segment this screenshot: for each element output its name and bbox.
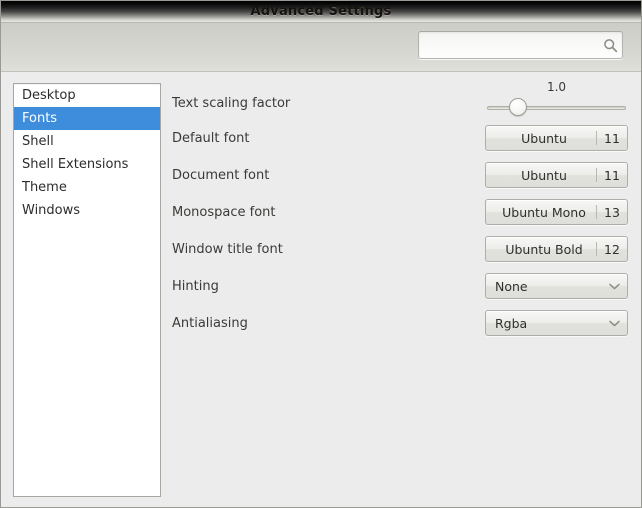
label-antialiasing: Antialiasing	[172, 316, 248, 331]
search-icon[interactable]	[598, 32, 622, 58]
search-input[interactable]	[419, 32, 598, 58]
row-document-font: Document font Ubuntu 11	[172, 157, 628, 194]
row-window-title-font: Window title font Ubuntu Bold 12	[172, 231, 628, 268]
search-entry[interactable]	[418, 31, 623, 59]
default-font-size: 11	[604, 130, 620, 146]
row-antialiasing: Antialiasing Rgba	[172, 305, 628, 342]
default-font-button[interactable]: Ubuntu 11	[485, 125, 628, 151]
advanced-settings-window: Advanced Settings Desktop Fonts Shell Sh…	[0, 0, 642, 508]
label-default-font: Default font	[172, 131, 250, 146]
document-font-size: 11	[604, 167, 620, 183]
text-scaling-slider[interactable]: 1.0	[485, 80, 628, 120]
row-text-scaling-factor: Text scaling factor 1.0	[172, 80, 628, 120]
sidebar-item-fonts[interactable]: Fonts	[14, 107, 160, 130]
control-window-title-font: Ubuntu Bold 12	[485, 231, 628, 268]
settings-panel: Text scaling factor 1.0 Default font Ubu…	[172, 80, 628, 342]
window-title-font-name: Ubuntu Bold	[505, 241, 583, 257]
row-monospace-font: Monospace font Ubuntu Mono 13	[172, 194, 628, 231]
hinting-value: None	[495, 278, 528, 294]
monospace-font-button[interactable]: Ubuntu Mono 13	[485, 199, 628, 225]
control-antialiasing: Rgba	[485, 305, 628, 342]
content-area: Desktop Fonts Shell Shell Extensions The…	[1, 72, 641, 507]
window-title-font-button[interactable]: Ubuntu Bold 12	[485, 236, 628, 262]
slider-handle[interactable]	[508, 98, 527, 116]
sidebar-item-windows[interactable]: Windows	[14, 199, 160, 222]
label-document-font: Document font	[172, 168, 270, 183]
control-document-font: Ubuntu 11	[485, 157, 628, 194]
control-hinting: None	[485, 268, 628, 305]
document-font-name: Ubuntu	[521, 167, 567, 183]
antialiasing-value: Rgba	[495, 315, 528, 331]
text-scaling-value: 1.0	[546, 80, 567, 94]
antialiasing-dropdown[interactable]: Rgba	[485, 310, 628, 336]
slider-track[interactable]	[487, 106, 626, 110]
sidebar-item-desktop[interactable]: Desktop	[14, 84, 160, 107]
control-monospace-font: Ubuntu Mono 13	[485, 194, 628, 231]
monospace-font-size: 13	[604, 204, 620, 220]
document-font-button[interactable]: Ubuntu 11	[485, 162, 628, 188]
label-text-scaling-factor: Text scaling factor	[172, 96, 291, 111]
chevron-down-icon[interactable]	[601, 320, 627, 327]
toolbar	[1, 23, 641, 72]
sidebar-item-shell-extensions[interactable]: Shell Extensions	[14, 153, 160, 176]
label-window-title-font: Window title font	[172, 242, 283, 257]
hinting-dropdown[interactable]: None	[485, 273, 628, 299]
category-list[interactable]: Desktop Fonts Shell Shell Extensions The…	[13, 83, 161, 497]
chevron-down-icon[interactable]	[601, 283, 627, 290]
row-default-font: Default font Ubuntu 11	[172, 120, 628, 157]
monospace-font-name: Ubuntu Mono	[502, 204, 586, 220]
default-font-name: Ubuntu	[521, 130, 567, 146]
window-title: Advanced Settings	[250, 4, 392, 19]
control-default-font: Ubuntu 11	[485, 120, 628, 157]
row-hinting: Hinting None	[172, 268, 628, 305]
window-title-font-size: 12	[604, 241, 620, 257]
sidebar-item-shell[interactable]: Shell	[14, 130, 160, 153]
sidebar-item-theme[interactable]: Theme	[14, 176, 160, 199]
title-bar[interactable]: Advanced Settings	[1, 1, 641, 23]
label-monospace-font: Monospace font	[172, 205, 276, 220]
label-hinting: Hinting	[172, 279, 219, 294]
